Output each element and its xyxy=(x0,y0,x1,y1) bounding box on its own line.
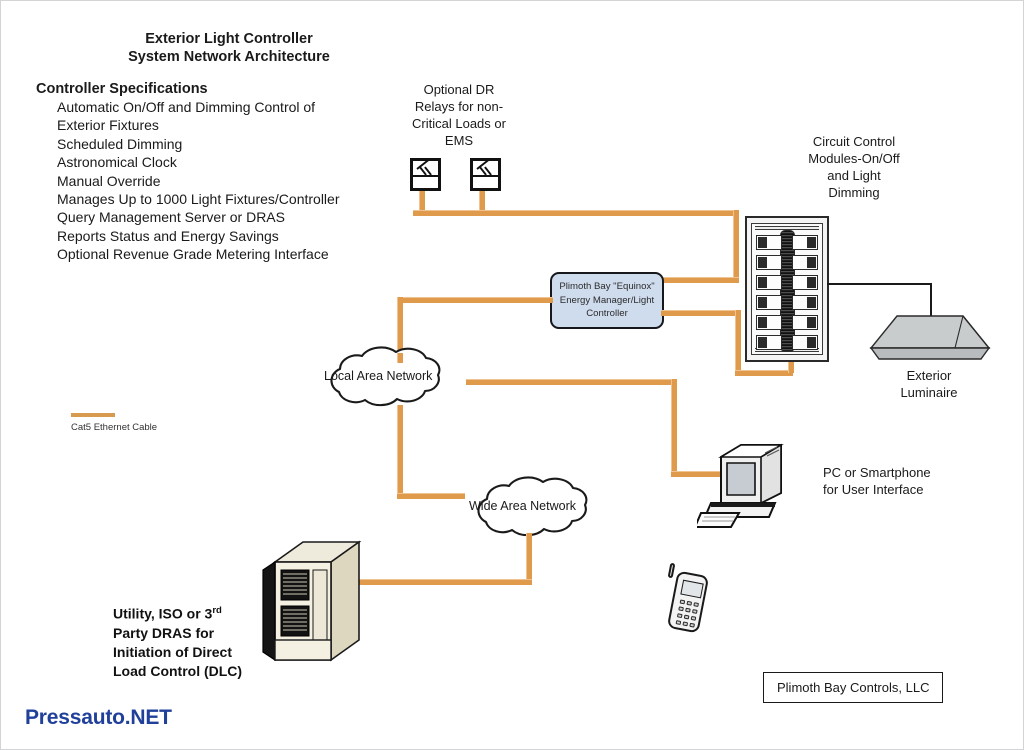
dras-label-line1: Utility, ISO or 3rd xyxy=(113,605,222,622)
spec-item: Automatic On/Off and Dimming Control of xyxy=(57,99,316,115)
lan-label: Local Area Network xyxy=(324,369,433,383)
cat5-legend-swatch xyxy=(71,413,115,417)
phone-key xyxy=(689,622,695,628)
diagram-canvas: Exterior Light Controller System Network… xyxy=(0,0,1024,750)
breaker-module[interactable] xyxy=(792,315,818,330)
dras-label-line2: Party DRAS for xyxy=(113,624,215,641)
wan-to-dras-wire-v xyxy=(526,533,532,584)
wan-to-dras-wire-h xyxy=(349,579,532,585)
spec-item: Astronomical Clock xyxy=(57,154,177,171)
phone-antenna-icon xyxy=(667,562,676,579)
local-area-network-cloud[interactable]: Local Area Network xyxy=(306,343,478,413)
pc-label-line1: PC or Smartphone xyxy=(823,465,931,480)
dr-relays-label-line3: Critical Loads or xyxy=(412,116,506,131)
dras-label-line3: Initiation of Direct xyxy=(113,643,232,660)
breaker-module[interactable] xyxy=(792,275,818,290)
controller-to-panel-wire-seg2 xyxy=(735,310,741,376)
wide-area-network-cloud[interactable]: Wide Area Network xyxy=(453,473,625,543)
breaker-module[interactable] xyxy=(792,335,818,350)
spec-item: Manages Up to 1000 Light Fixtures/Contro… xyxy=(57,191,340,208)
breaker-module[interactable] xyxy=(792,295,818,310)
relay-bus-wire xyxy=(413,210,739,216)
phone-key xyxy=(693,602,699,607)
phone-key xyxy=(683,614,690,620)
controller-to-panel-wire-seg1 xyxy=(661,310,741,316)
pc-workstation[interactable] xyxy=(693,441,801,531)
breaker-module[interactable] xyxy=(756,295,782,310)
spec-item: Exterior Fixtures xyxy=(57,117,159,134)
circuit-control-panel-label: Circuit Control Modules-On/Off and Light… xyxy=(791,133,917,201)
breaker-module[interactable] xyxy=(756,255,782,270)
phone-key xyxy=(685,607,691,613)
luminaire-label: Exterior Luminaire xyxy=(869,367,989,401)
controller-label-line1: Plimoth Bay "Equinox" xyxy=(559,281,655,293)
watermark: Pressauto.NET xyxy=(25,706,172,729)
breaker-module[interactable] xyxy=(756,315,782,330)
panel-label-line1: Circuit Control xyxy=(812,134,896,149)
wan-label: Wide Area Network xyxy=(469,499,576,513)
phone-key xyxy=(682,621,689,626)
controller-to-panel-wire-seg3 xyxy=(735,370,793,376)
phone-key xyxy=(676,613,683,618)
breaker-module[interactable] xyxy=(756,275,782,290)
phone-key xyxy=(678,606,684,611)
lan-to-pc-wire-v xyxy=(671,379,677,477)
spec-item: Manual Override xyxy=(57,172,161,189)
pc-shape xyxy=(693,443,784,528)
dras-label-line4: Load Control (DLC) xyxy=(113,662,243,679)
relay-bus-down-wire xyxy=(733,210,739,283)
dr-relay-icon[interactable] xyxy=(410,158,441,191)
panel-label-line2: Modules-On/Off xyxy=(808,151,900,166)
phone-key xyxy=(692,609,698,614)
smartphone[interactable] xyxy=(663,561,717,641)
luminaire-label-line1: Exterior xyxy=(906,368,952,383)
breaker-module[interactable] xyxy=(792,235,818,250)
spec-item: Optional Revenue Grade Metering Interfac… xyxy=(57,246,329,263)
cat5-legend-label: Cat5 Ethernet Cable xyxy=(71,422,158,433)
dras-ordinal-suffix: rd xyxy=(212,605,222,616)
circuit-control-panel[interactable] xyxy=(745,216,829,362)
spec-item: Reports Status and Energy Savings xyxy=(57,227,279,244)
pc-label: PC or Smartphone for User Interface xyxy=(823,464,973,498)
diagram-title-line2: System Network Architecture xyxy=(128,49,330,65)
breaker-module[interactable] xyxy=(756,335,782,350)
lan-branch-to-controller-wire xyxy=(397,297,553,303)
panel-interior xyxy=(751,223,823,355)
panel-to-luminaire-wire-v xyxy=(930,283,932,316)
panel-label-line3: and Light xyxy=(827,168,881,183)
phone-body xyxy=(666,570,710,634)
dr-relays-label-line1: Optional DR xyxy=(423,82,495,97)
phone-key xyxy=(675,620,682,625)
dr-relay-icon[interactable] xyxy=(470,158,501,191)
dras-label: Utility, ISO or 3rd Party DRAS for Initi… xyxy=(113,601,283,681)
phone-key xyxy=(690,615,697,621)
pc-label-line2: for User Interface xyxy=(823,482,924,497)
specs-list: Automatic On/Off and Dimming Control of … xyxy=(57,98,339,264)
relay-to-controller-wire xyxy=(663,277,739,283)
lan-to-pc-wire-h1 xyxy=(466,379,677,385)
panel-to-luminaire-wire-h xyxy=(827,283,932,285)
breaker-module[interactable] xyxy=(756,235,782,250)
lan-top-stub-wire xyxy=(397,353,403,363)
spec-item: Query Management Server or DRAS xyxy=(57,209,285,226)
phone-screen xyxy=(680,579,704,599)
dr-relays-label-line4: EMS xyxy=(444,133,474,148)
spec-item: Scheduled Dimming xyxy=(57,135,183,152)
panel-label-line4: Dimming xyxy=(828,185,880,200)
breaker-module[interactable] xyxy=(792,255,818,270)
controller-label: Plimoth Bay "Equinox" Energy Manager/Lig… xyxy=(559,280,654,321)
luminaire-shape xyxy=(869,315,991,360)
equinox-controller-node[interactable]: Plimoth Bay "Equinox" Energy Manager/Lig… xyxy=(550,272,664,329)
company-name-box: Plimoth Bay Controls, LLC xyxy=(763,672,944,703)
luminaire-label-line2: Luminaire xyxy=(900,385,958,400)
phone-key xyxy=(679,599,686,604)
specs-heading: Controller Specifications xyxy=(36,81,208,97)
controller-label-line3: Controller xyxy=(586,308,628,320)
phone-key xyxy=(686,600,693,606)
dr-relays-label-line2: Relays for non- xyxy=(414,99,504,114)
lan-to-wan-wire-v xyxy=(397,405,403,499)
controller-label-line2: Energy Manager/Light xyxy=(559,294,655,306)
dr-relays-label: Optional DR Relays for non- Critical Loa… xyxy=(399,81,519,149)
exterior-luminaire[interactable] xyxy=(867,314,991,362)
